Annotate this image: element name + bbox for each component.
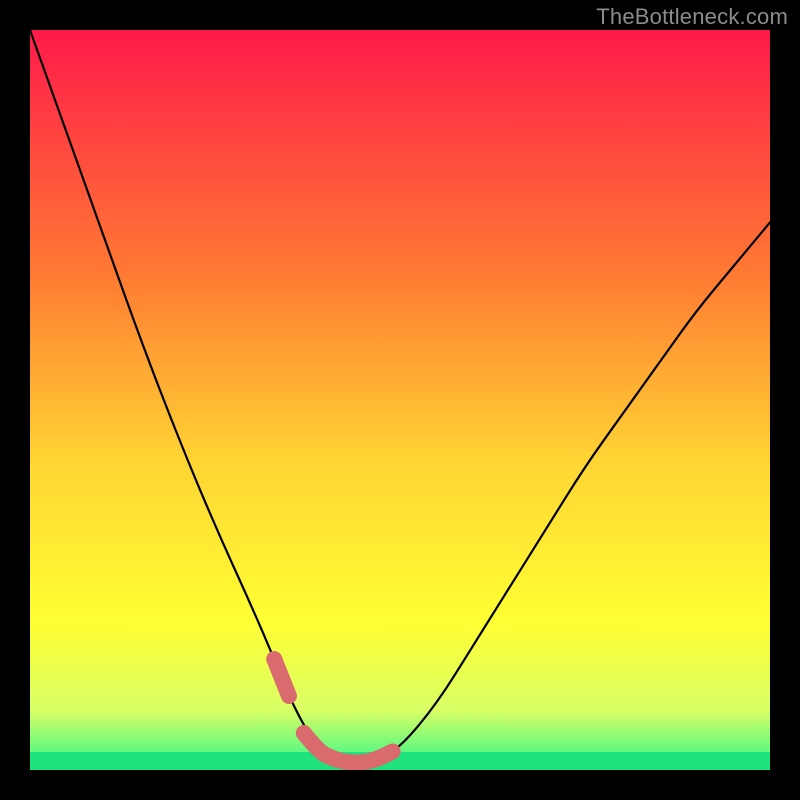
chart-frame: TheBottleneck.com — [0, 0, 800, 800]
gradient-background — [30, 30, 770, 770]
green-baseline-band — [30, 752, 770, 770]
chart-svg — [30, 30, 770, 770]
watermark-text: TheBottleneck.com — [596, 4, 788, 30]
plot-area — [30, 30, 770, 770]
